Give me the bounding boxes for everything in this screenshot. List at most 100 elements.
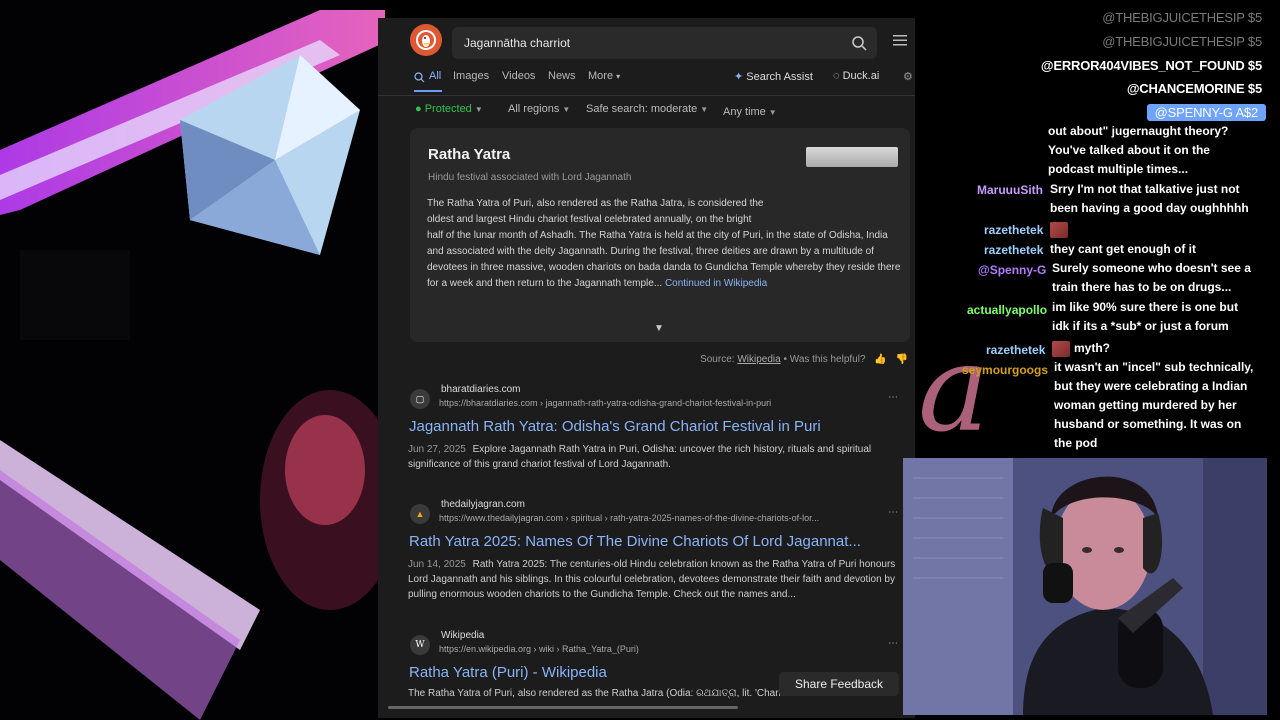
chat-message-text: idk if its a *sub* or just a forum: [1052, 319, 1229, 333]
chat-message-text: husband or something. It was on: [1054, 417, 1242, 431]
donation-alert: @THEBIGJUICETHESIP $5: [1102, 10, 1262, 25]
chat-message-text: the pod: [1054, 436, 1098, 450]
search-input[interactable]: [464, 27, 844, 59]
protected-filter[interactable]: ● Protected ▼: [415, 103, 483, 115]
duck-ai-button[interactable]: ◌ Duck.ai: [833, 70, 879, 82]
thumbs-up-icon[interactable]: 👍: [874, 354, 886, 365]
stream-background-left: [0, 0, 385, 720]
knowledge-panel: Ratha Yatra Hindu festival associated wi…: [410, 128, 910, 342]
duck-icon: [416, 30, 436, 50]
check-circle-icon: ●: [415, 103, 422, 115]
chevron-down-icon: ▼: [768, 108, 777, 117]
search-assist-button[interactable]: ✦ Search Assist: [734, 70, 813, 83]
region-label: All regions: [508, 103, 560, 115]
result-title[interactable]: Rath Yatra 2025: Names Of The Divine Cha…: [409, 533, 909, 550]
hamburger-menu-icon[interactable]: [893, 34, 907, 46]
result-snippet: Jun 14, 2025 Rath Yatra 2025: The centur…: [408, 557, 908, 602]
chat-message-text: Surely someone who doesn't see a: [1052, 261, 1251, 275]
time-filter[interactable]: Any time ▼: [723, 106, 777, 118]
site-favicon: ▲: [410, 504, 430, 524]
source-link[interactable]: Wikipedia: [737, 354, 780, 365]
result-url[interactable]: https://en.wikipedia.org › wiki › Ratha_…: [439, 644, 889, 654]
result-date: Jun 27, 2025: [408, 444, 466, 455]
browser-window: All Images Videos News More ▾ ✦ Search A…: [378, 18, 915, 718]
chat-bubble-icon: ◌: [833, 70, 840, 82]
tab-all[interactable]: All: [429, 70, 441, 82]
chat-message-text: Srry I'm not that talkative just not: [1050, 182, 1240, 196]
thumbs-down-icon[interactable]: 👎: [896, 354, 908, 365]
region-filter[interactable]: All regions ▼: [508, 103, 570, 115]
chat-message-text: You've talked about it on the: [1048, 143, 1210, 157]
result-site-name[interactable]: Wikipedia: [441, 630, 484, 641]
tab-more[interactable]: More ▾: [588, 70, 620, 82]
safe-search-filter[interactable]: Safe search: moderate ▼: [586, 103, 708, 115]
chat-message-text: im like 90% sure there is one but: [1052, 300, 1239, 314]
chat-message-text: been having a good day oughhhhh: [1050, 201, 1249, 215]
tab-more-label: More: [588, 70, 614, 82]
more-options-icon[interactable]: ⋯: [888, 392, 898, 403]
search-filters: ● Protected ▼ All regions ▼ Safe search: m…: [378, 100, 915, 122]
chat-message-text: they cant get enough of it: [1050, 242, 1196, 256]
chat-username[interactable]: razethetek: [986, 343, 1045, 357]
share-feedback-button[interactable]: Share Feedback: [779, 672, 899, 696]
active-tab-indicator: [414, 90, 442, 92]
search-small-icon: [414, 72, 425, 83]
chat-message-text: woman getting murdered by her: [1054, 398, 1237, 412]
kp-body-text: half of the lunar month of Ashadh. The R…: [427, 230, 901, 289]
chevron-down-icon: ▼: [474, 105, 483, 114]
helpful-prompt: • Was this helpful?: [783, 354, 866, 365]
donation-alert-highlight: @SPENNY-G A$2: [1146, 104, 1266, 121]
kp-subtitle: Hindu festival associated with Lord Jaga…: [428, 172, 632, 183]
result-snippet: Jun 27, 2025 Explore Jagannath Rath Yatr…: [408, 442, 908, 472]
chevron-down-icon: ▾: [616, 72, 621, 81]
stream-chat-overlay: @THEBIGJUICETHESIP $5 @THEBIGJUICETHESIP…: [915, 0, 1280, 460]
kp-lead-text: The Ratha Yatra of Puri, also rendered a…: [427, 198, 764, 225]
streamer-webcam-image: [903, 458, 1267, 715]
settings-gear-icon[interactable]: ⚙: [903, 70, 913, 83]
chat-username[interactable]: MaruuuSith: [977, 183, 1043, 197]
chat-emote: [1052, 341, 1070, 357]
result-url[interactable]: https://bharatdiaries.com › jagannath-ra…: [439, 398, 889, 408]
expand-chevron-icon[interactable]: ▼: [654, 323, 664, 334]
webcam-feed: [903, 458, 1267, 715]
kp-thumbnail[interactable]: [806, 147, 898, 167]
duckduckgo-logo[interactable]: [410, 24, 442, 56]
more-options-icon[interactable]: ⋯: [888, 507, 898, 518]
kp-source-line: Source: Wikipedia • Was this helpful? 👍 …: [378, 354, 908, 365]
chat-message-text: myth?: [1074, 341, 1110, 355]
result-site-name[interactable]: bharatdiaries.com: [441, 384, 520, 395]
chat-username[interactable]: seymourgoogs: [962, 363, 1048, 377]
chat-username[interactable]: @Spenny-G: [978, 263, 1046, 277]
chevron-down-icon: ▼: [700, 105, 709, 114]
kp-continued-link[interactable]: Continued in Wikipedia: [665, 278, 767, 289]
tab-videos[interactable]: Videos: [502, 70, 535, 82]
horizontal-scrollbar[interactable]: [378, 704, 908, 710]
chat-message-text: out about" jugernaught theory?: [1048, 124, 1229, 138]
search-icon[interactable]: [851, 35, 867, 51]
search-result: ▲ thedailyjagran.com https://www.thedail…: [408, 499, 908, 609]
result-url[interactable]: https://www.thedailyjagran.com › spiritu…: [439, 513, 889, 523]
result-snippet-text: Explore Jagannath Rath Yatra in Puri, Od…: [408, 444, 872, 470]
tab-news[interactable]: News: [548, 70, 576, 82]
time-label: Any time: [723, 106, 766, 118]
search-result: ▢ bharatdiaries.com https://bharatdiarie…: [408, 384, 908, 484]
result-site-name[interactable]: thedailyjagran.com: [441, 499, 525, 510]
search-tabs: All Images Videos News More ▾ ✦ Search A…: [378, 66, 915, 92]
search-header: [378, 18, 915, 64]
result-title[interactable]: Jagannath Rath Yatra: Odisha's Grand Cha…: [409, 418, 909, 435]
chat-username[interactable]: actuallyapollo: [967, 303, 1047, 317]
duck-ai-label: Duck.ai: [842, 70, 880, 82]
search-box: [452, 27, 877, 59]
protected-label: Protected: [424, 103, 472, 115]
more-options-icon[interactable]: ⋯: [888, 638, 898, 649]
donation-alert: @ERROR404VIBES_NOT_FOUND $5: [1040, 58, 1262, 73]
tab-images[interactable]: Images: [453, 70, 489, 82]
chat-message-text: but they were celebrating a Indian: [1054, 379, 1248, 393]
donation-alert: @THEBIGJUICETHESIP $5: [1102, 34, 1262, 49]
kp-title: Ratha Yatra: [428, 146, 511, 163]
search-assist-label: Search Assist: [746, 71, 813, 83]
chat-username[interactable]: razethetek: [984, 243, 1043, 257]
chat-username[interactable]: razethetek: [984, 223, 1043, 237]
scrollbar-thumb[interactable]: [388, 706, 738, 709]
kp-description: The Ratha Yatra of Puri, also rendered a…: [427, 196, 901, 292]
